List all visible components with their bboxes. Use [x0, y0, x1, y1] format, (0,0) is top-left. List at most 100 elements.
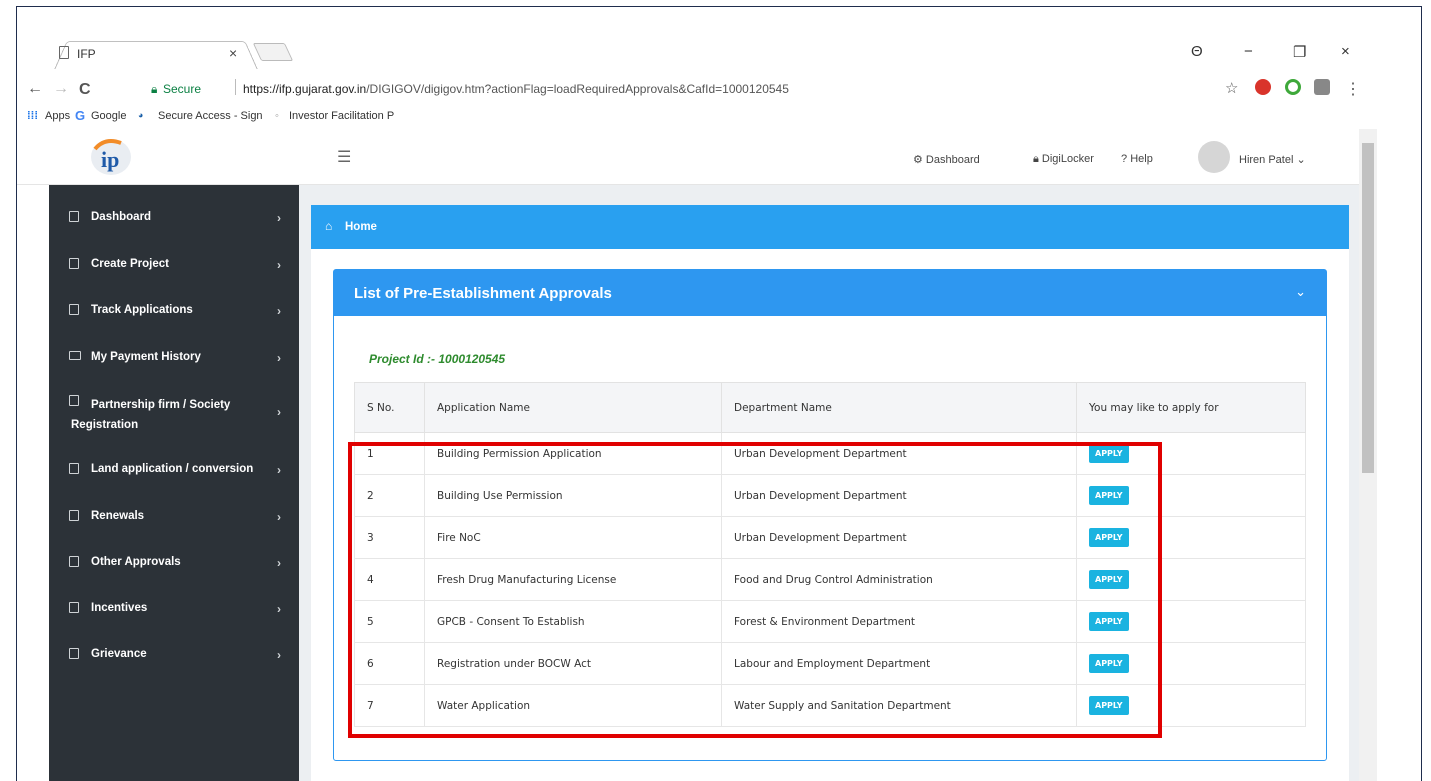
table-header-row: S No. Application Name Department Name Y…	[354, 382, 1306, 433]
table-row: 5 GPCB - Consent To Establish Forest & E…	[354, 600, 1306, 643]
help-icon: ?	[1121, 153, 1131, 165]
chevron-right-icon: ›	[277, 351, 281, 365]
avatar[interactable]	[1198, 141, 1230, 173]
cell-application-name: Fire NoC	[424, 516, 722, 559]
cell-application-name: GPCB - Consent To Establish	[424, 600, 722, 643]
chevron-right-icon: ›	[277, 602, 281, 616]
apply-button[interactable]: APPLY	[1089, 654, 1129, 673]
user-name: Hiren Patel	[1239, 154, 1294, 166]
cell-action: APPLY	[1076, 684, 1306, 727]
minimize-button[interactable]: −	[1244, 43, 1253, 60]
apply-button[interactable]: APPLY	[1089, 696, 1129, 715]
back-icon[interactable]: ←	[27, 80, 43, 98]
hamburger-menu-icon[interactable]: ☰	[337, 147, 351, 167]
url-separator	[235, 79, 236, 95]
green-extension-icon[interactable]	[1285, 79, 1301, 95]
url-path: /DIGIGOV/digigov.htm?actionFlag=loadRequ…	[366, 82, 789, 96]
chevron-right-icon: ›	[277, 211, 281, 225]
lock-icon: 🔒︎	[1033, 153, 1042, 165]
breadcrumb: ⌂ Home	[311, 205, 1349, 249]
user-menu[interactable]: Hiren Patel ⌄	[1239, 153, 1306, 166]
apps-grid-icon[interactable]: ⁞⁞⁞	[27, 110, 38, 122]
table-row: 3 Fire NoC Urban Development Department …	[354, 516, 1306, 559]
cell-department-name: Food and Drug Control Administration	[721, 558, 1077, 601]
panel-title: List of Pre-Establishment Approvals	[354, 285, 612, 302]
forward-icon[interactable]: →	[53, 80, 69, 98]
sidebar-item-label: Track Applications	[91, 304, 193, 316]
url-host: https://ifp.gujarat.gov.in	[243, 82, 367, 96]
cell-application-name: Building Use Permission	[424, 474, 722, 517]
document-icon	[69, 463, 79, 474]
chevron-down-icon[interactable]: ⌄	[1295, 284, 1306, 300]
help-link-label: Help	[1130, 153, 1153, 165]
secure-label: Secure	[163, 82, 202, 96]
google-icon: G	[75, 108, 86, 123]
tab-close-icon[interactable]: ×	[229, 45, 237, 61]
home-icon[interactable]: ⌂	[325, 219, 332, 233]
approvals-table: S No. Application Name Department Name Y…	[354, 382, 1306, 727]
sidebar-item-label: Dashboard	[91, 211, 152, 223]
apply-button[interactable]: APPLY	[1089, 528, 1129, 547]
bookmark-investor-facilitation[interactable]: Investor Facilitation P	[289, 110, 394, 122]
table-row: 1 Building Permission Application Urban …	[354, 432, 1306, 475]
gray-extension-icon[interactable]	[1314, 79, 1330, 95]
url-text[interactable]: https://ifp.gujarat.gov.in/DIGIGOV/digig…	[243, 82, 789, 96]
cell-action: APPLY	[1076, 432, 1306, 475]
dashboard-icon: ⚙	[913, 154, 926, 166]
bookmark-star-icon[interactable]: ☆	[1225, 79, 1238, 97]
column-header-department-name: Department Name	[721, 382, 1077, 433]
chevron-right-icon: ›	[277, 258, 281, 272]
dashboard-link-label: Dashboard	[925, 154, 980, 166]
chrome-menu-icon[interactable]: ⋮	[1345, 79, 1361, 99]
chevron-right-icon: ›	[277, 405, 281, 419]
apply-button[interactable]: APPLY	[1089, 486, 1129, 505]
bookmark-secure-access[interactable]: Secure Access - Sign	[158, 110, 263, 122]
chevron-right-icon: ›	[277, 463, 281, 477]
cell-action: APPLY	[1076, 558, 1306, 601]
cell-application-name: Registration under BOCW Act	[424, 642, 722, 685]
sidebar-item-label: My Payment History	[91, 351, 201, 363]
adblock-extension-icon[interactable]	[1255, 79, 1271, 95]
cell-sno: 4	[354, 558, 425, 601]
dashboard-link[interactable]: ⚙ Dashboard	[913, 153, 980, 166]
reload-icon[interactable]: C	[79, 81, 91, 99]
breadcrumb-home[interactable]: Home	[345, 221, 377, 233]
scrollbar-thumb[interactable]	[1362, 143, 1374, 473]
cell-application-name: Water Application	[424, 684, 722, 727]
chevron-right-icon: ›	[277, 556, 281, 570]
app-header: ip ☰ ⚙ Dashboard 🔒︎ DigiLocker ? Help Hi…	[17, 129, 1359, 185]
account-icon[interactable]: Θ	[1191, 43, 1203, 60]
cell-sno: 2	[354, 474, 425, 517]
chevron-right-icon: ›	[277, 510, 281, 524]
bookmark-apps[interactable]: Apps	[45, 110, 70, 122]
cell-department-name: Urban Development Department	[721, 432, 1077, 475]
tab-title: IFP	[77, 47, 96, 61]
document-icon	[69, 211, 79, 222]
restore-button[interactable]: ❐	[1293, 43, 1306, 61]
bookmark-google[interactable]: Google	[91, 110, 126, 122]
apply-button[interactable]: APPLY	[1089, 570, 1129, 589]
column-header-application-name: Application Name	[424, 382, 722, 433]
sidebar-item-label: Renewals	[91, 510, 145, 522]
cell-department-name: Water Supply and Sanitation Department	[721, 684, 1077, 727]
cell-action: APPLY	[1076, 516, 1306, 559]
chevron-right-icon: ›	[277, 304, 281, 318]
help-link[interactable]: ? Help	[1121, 153, 1153, 165]
sidebar-item-label: Create Project	[91, 258, 169, 270]
page-scrollbar[interactable]	[1359, 129, 1377, 781]
ifp-logo[interactable]: ip	[81, 135, 141, 179]
document-icon	[69, 304, 79, 315]
tata-icon: ◕	[138, 110, 144, 120]
window-close-button[interactable]: ×	[1341, 43, 1350, 60]
cell-department-name: Forest & Environment Department	[721, 600, 1077, 643]
lock-icon: 🔒︎	[151, 82, 158, 96]
apply-button[interactable]: APPLY	[1089, 444, 1129, 463]
cell-action: APPLY	[1076, 642, 1306, 685]
digilocker-link[interactable]: 🔒︎ DigiLocker	[1033, 153, 1094, 166]
panel-header[interactable]: List of Pre-Establishment Approvals ⌄	[334, 270, 1326, 316]
project-id: Project Id :- 1000120545	[369, 352, 506, 366]
credit-card-icon	[69, 351, 81, 360]
apply-button[interactable]: APPLY	[1089, 612, 1129, 631]
sidebar-item-label: Incentives	[91, 602, 148, 614]
cell-sno: 6	[354, 642, 425, 685]
